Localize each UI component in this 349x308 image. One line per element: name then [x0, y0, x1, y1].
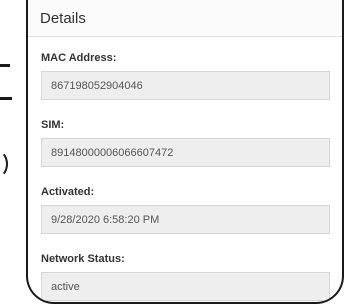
field-activated: Activated: 9/28/2020 6:58:20 PM [41, 185, 330, 234]
panel-header: Details [28, 0, 342, 37]
sim-value: 89148000006066607472 [41, 138, 330, 167]
activated-value: 9/28/2020 6:58:20 PM [41, 205, 330, 234]
left-edge-mark [0, 97, 12, 100]
field-network-status: Network Status: active [41, 252, 330, 301]
details-panel: Details MAC Address: 867198052904046 SIM… [26, 0, 344, 304]
field-mac-address: MAC Address: 867198052904046 [41, 51, 330, 100]
field-label: MAC Address: [41, 52, 117, 64]
mac-address-value: 867198052904046 [41, 71, 330, 100]
field-label: Activated: [41, 186, 95, 198]
field-label: Network Status: [41, 253, 125, 265]
field-sim: SIM: 89148000006066607472 [41, 118, 330, 167]
left-edge-arc [0, 150, 8, 178]
screenshot-stage: Details MAC Address: 867198052904046 SIM… [0, 0, 349, 308]
panel-title: Details [40, 9, 86, 27]
network-status-value: active [41, 272, 330, 301]
field-label: SIM: [41, 119, 65, 131]
panel-body: MAC Address: 867198052904046 SIM: 891480… [28, 37, 342, 301]
left-edge-mark [0, 64, 10, 67]
